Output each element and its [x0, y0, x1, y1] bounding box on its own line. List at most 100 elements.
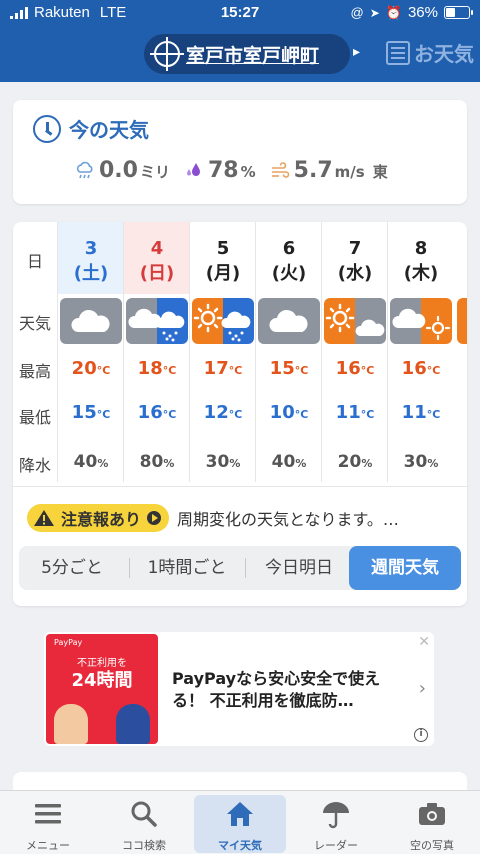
tab-search[interactable]: ココ検索	[96, 791, 192, 854]
day-column[interactable]: 3 (土) 20°C 15°C 40%	[57, 222, 124, 482]
day-column[interactable]: 7 (水) 16°C 11°C 20%	[321, 222, 387, 482]
tab-my-weather[interactable]: マイ天気	[194, 795, 286, 853]
row-label-rain: 降水	[18, 456, 51, 475]
battery-icon	[444, 6, 473, 19]
day-column[interactable]: 4 (日) 18°C 16°C 80%	[123, 222, 190, 482]
sunny-then-cloudy-icon	[324, 298, 386, 344]
day-of-week: (日)	[139, 263, 175, 284]
camera-icon	[419, 803, 445, 825]
high-temp: 15°C	[269, 358, 309, 379]
bottom-tab-bar: メニュー ココ検索 マイ天気 レーダー 空の写真	[0, 790, 480, 854]
divider	[13, 486, 467, 487]
chevron-right-icon: ›	[418, 678, 426, 699]
news-link[interactable]: お天気	[386, 38, 474, 67]
humidity-drops-icon	[187, 162, 200, 176]
rain-chance: 40%	[271, 452, 307, 472]
ad-police-illustration	[116, 704, 150, 744]
tab-today-tomorrow[interactable]: 今日明日	[247, 546, 351, 590]
tab-sky-photos[interactable]: 空の写真	[384, 791, 480, 854]
alert-badge[interactable]: 注意報あり	[27, 504, 170, 532]
row-label-high: 最高	[18, 362, 51, 381]
clock-icon	[33, 114, 61, 143]
day-column[interactable]: 5 (月) 17°C 12°C 30%	[189, 222, 255, 482]
wind-stat: 5.7 m/s 東	[270, 158, 388, 183]
tab-label: ココ検索	[122, 839, 166, 852]
ad-text: PayPayなら安心安全で使える！ 不正利用を徹底防…	[172, 669, 381, 710]
day-header: 3 (土)	[58, 222, 124, 294]
low-temp: 11°C	[401, 402, 441, 423]
lock-rotation-icon: @	[350, 5, 364, 20]
precipitation-stat: 0.0 ミリ	[75, 158, 170, 183]
low-temp: 16°C	[137, 402, 177, 423]
day-of-week: (月)	[205, 263, 241, 284]
alarm-icon: ⏰	[385, 4, 402, 20]
weekly-forecast-card: 日 天気 最高 最低 降水 3 (土) 20°C 15°C 40% 4 (日)	[13, 222, 467, 606]
play-arrow-icon	[147, 511, 162, 525]
row-label-day: 日	[26, 252, 43, 271]
high-temp: 16°C	[401, 358, 441, 379]
tab-hourly[interactable]: 1時間ごと	[131, 546, 243, 590]
cloudy-then-rain-icon	[126, 298, 188, 344]
day-date: 4	[150, 238, 164, 259]
ad-image-line2: 24時間	[71, 670, 133, 691]
wind-value: 5.7	[293, 158, 333, 183]
day-of-week: (木)	[403, 263, 439, 284]
day-of-week: (土)	[73, 263, 109, 284]
chevron-right-icon: ▸	[353, 44, 361, 60]
wind-direction: 東	[372, 163, 388, 181]
high-temp: 18°C	[137, 358, 177, 379]
high-temp: 17°C	[203, 358, 243, 379]
precip-unit: ミリ	[139, 163, 170, 181]
location-selector[interactable]: 室戸市室戸岬町	[144, 34, 350, 74]
radar-umbrella-icon	[323, 802, 349, 829]
rain-chance: 80%	[139, 452, 175, 472]
alert-badge-label: 注意報あり	[61, 510, 142, 529]
day-header: 8 (木)	[388, 222, 454, 294]
day-column[interactable]: 8 (木) 16°C 11°C 30%	[387, 222, 453, 482]
tab-label: レーダー	[314, 839, 358, 852]
tab-separator	[129, 558, 130, 578]
tab-radar[interactable]: レーダー	[288, 791, 384, 854]
news-document-icon	[386, 40, 410, 65]
status-bar: Rakuten LTE 15:27 @ ➤ ⏰ 36%	[0, 0, 480, 26]
location-name: 室戸市室戸岬町	[186, 44, 320, 67]
current-weather-card[interactable]: 今の天気 0.0 ミリ 78 % 5.7 m/s 東	[13, 100, 467, 204]
low-temp: 12°C	[203, 402, 243, 423]
cloudy-icon	[60, 298, 122, 344]
search-icon	[131, 801, 157, 827]
day-date: 3	[84, 238, 98, 259]
ad-info-icon[interactable]: i	[414, 728, 428, 742]
wind-icon	[271, 161, 289, 178]
ad-banner[interactable]: PayPay 不正利用を 24時間 PayPayなら安心安全で使える！ 不正利用…	[44, 632, 434, 746]
rain-chance: 30%	[403, 452, 439, 472]
day-column[interactable]: 6 (火) 15°C 10°C 40%	[255, 222, 321, 482]
high-temp: 16°C	[335, 358, 375, 379]
day-header: 7 (水)	[322, 222, 388, 294]
tab-label: マイ天気	[218, 839, 262, 852]
battery-percent: 36%	[407, 4, 438, 21]
day-header: 6 (火)	[256, 222, 322, 294]
weather-alert[interactable]: 注意報あり 周期変化の天気となります。…	[27, 504, 399, 532]
row-label-weather: 天気	[18, 314, 51, 333]
low-temp: 10°C	[269, 402, 309, 423]
wind-unit: m/s	[334, 163, 365, 181]
location-arrow-icon: ➤	[369, 5, 380, 20]
close-icon[interactable]: ✕	[418, 634, 430, 650]
tab-weekly[interactable]: 週間天気	[349, 546, 461, 590]
tab-menu[interactable]: メニュー	[0, 791, 96, 854]
day-header: 4 (日)	[124, 222, 190, 294]
humidity-stat: 78 %	[184, 158, 256, 183]
day-date: 5	[216, 238, 230, 259]
day-header: 5 (月)	[190, 222, 256, 294]
day-columns: 3 (土) 20°C 15°C 40% 4 (日) 18°C 16°C 80% …	[57, 222, 467, 482]
tab-5min[interactable]: 5分ごと	[19, 546, 125, 590]
ad-brand: PayPay	[54, 638, 83, 647]
day-of-week: (水)	[337, 263, 373, 284]
humidity-value: 78	[208, 158, 239, 183]
rain-cloud-icon	[76, 161, 93, 178]
cloudy-icon	[258, 298, 320, 344]
current-weather-title: 今の天気	[69, 118, 149, 142]
ad-person-illustration	[54, 704, 88, 744]
next-day-weather-tile	[457, 298, 467, 344]
sunny-then-rain-icon	[192, 298, 254, 344]
